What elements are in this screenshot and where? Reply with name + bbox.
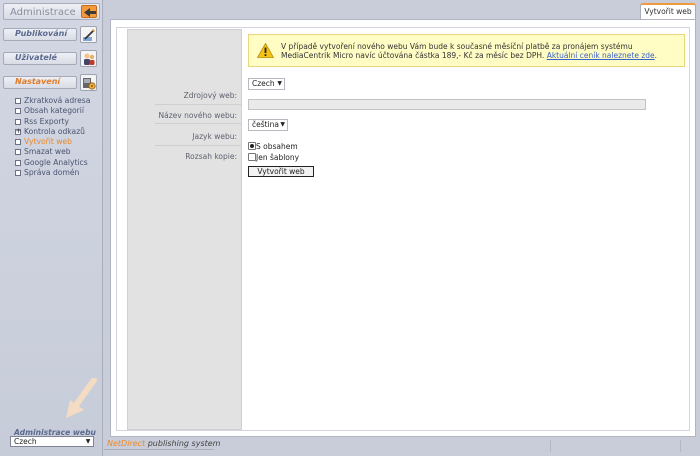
section-label: Publikování (15, 29, 68, 38)
warning-icon (257, 43, 274, 58)
menu-item-zkratkova-adresa[interactable]: Zkratková adresa (15, 96, 90, 106)
sidebar-title: Administrace (10, 7, 76, 18)
chevron-down-icon: ▼ (277, 80, 282, 87)
web-language-select[interactable]: čeština ▼ (248, 119, 288, 131)
settings-menu: Zkratková adresa Obsah kategorií Rss Exp… (15, 96, 90, 178)
create-web-button[interactable]: Vytvořit web (248, 166, 314, 177)
price-list-link[interactable]: Aktuální ceník naleznete zde (547, 51, 655, 60)
footer: NetDirect publishing system (104, 437, 700, 456)
radio-templates-only[interactable] (248, 153, 256, 161)
menu-item-rss-exporty[interactable]: Rss Exporty (15, 117, 90, 127)
main-panel: Zdrojový web: Název nového webu: Jazyk w… (110, 19, 696, 437)
section-uzivatele[interactable]: Uživatelé (3, 50, 100, 68)
tab-vytvorit-web[interactable]: Vytvořit web (640, 3, 696, 20)
source-web-label: Zdrojový web: (183, 91, 237, 100)
radio-with-content[interactable] (248, 142, 256, 150)
menu-item-vytvorit-web[interactable]: Vytvořit web (15, 137, 90, 147)
pencil-icon (80, 26, 97, 43)
resize-handle (550, 440, 558, 452)
menu-item-kontrola-odkazu[interactable]: Kontrola odkazů (15, 126, 90, 137)
decorative-arrow-icon (66, 378, 97, 418)
web-language-label: Jazyk webu: (192, 132, 237, 141)
option-with-content[interactable]: S obsahem (248, 142, 298, 151)
settings-icon (80, 74, 97, 91)
content-area: Zdrojový web: Název nového webu: Jazyk w… (116, 27, 690, 431)
collapse-sidebar-button[interactable] (81, 5, 97, 18)
copy-scope-label: Rozsah kopie: (185, 152, 237, 161)
expand-icon[interactable] (15, 126, 21, 136)
menu-item-smazat-web[interactable]: Smazat web (15, 147, 90, 157)
users-icon (80, 50, 97, 67)
admin-web-select[interactable]: Czech ▼ (10, 436, 94, 447)
warning-box: V případě vytvoření nového webu Vám bude… (248, 34, 685, 67)
sidebar-header: Administrace (3, 3, 100, 20)
tab-bar: Vytvořit web (104, 0, 700, 20)
form-labels-column: Zdrojový web: Název nového webu: Jazyk w… (127, 29, 242, 430)
section-publikovani[interactable]: Publikování (3, 26, 100, 44)
menu-item-google-analytics[interactable]: Google Analytics (15, 158, 90, 168)
source-web-select[interactable]: Czech ▼ (248, 78, 285, 90)
section-nastaveni[interactable]: Nastavení (3, 74, 100, 92)
option-templates-only[interactable]: Jen šablony (248, 153, 299, 162)
menu-item-sprava-domen[interactable]: Správa domén (15, 168, 90, 178)
new-web-name-input[interactable] (248, 99, 646, 110)
sidebar: Administrace Publikování Uživatelé Nasta… (0, 0, 103, 456)
arrow-left-icon (84, 8, 96, 17)
chevron-down-icon: ▼ (85, 438, 91, 445)
chevron-down-icon: ▼ (280, 121, 285, 128)
brand-logo: NetDirect publishing system (107, 439, 221, 448)
section-label: Nastavení (15, 77, 61, 86)
new-web-name-label: Název nového webu: (158, 111, 238, 120)
resize-handle (680, 440, 688, 452)
section-label: Uživatelé (15, 53, 57, 62)
menu-item-obsah-kategorii[interactable]: Obsah kategorií (15, 106, 90, 116)
